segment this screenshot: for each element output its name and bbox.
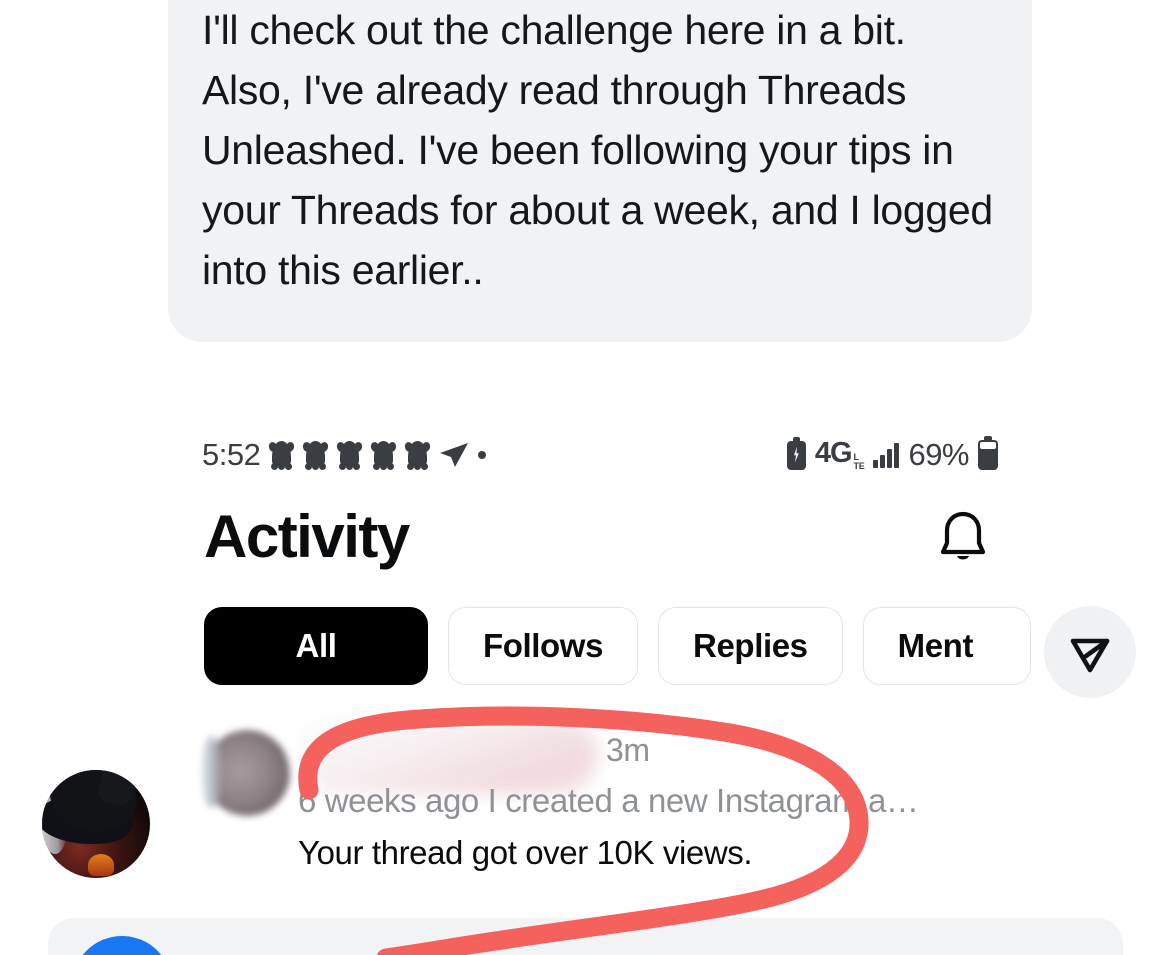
- background-avatar-thumbnail: [42, 770, 150, 878]
- activity-notification-text: Your thread got over 10K views.: [298, 834, 753, 871]
- network-type-indicator: 4G L TE: [815, 437, 865, 473]
- signal-bars-icon: [873, 442, 900, 468]
- battery-icon: [978, 436, 998, 470]
- share-floating-button[interactable]: [1044, 606, 1136, 698]
- activity-preview-text: 6 weeks ago I created a new Instagram a…: [298, 782, 919, 819]
- battery-saver-icon: [786, 436, 806, 470]
- activity-name-line: 3m: [298, 716, 858, 794]
- activity-list-item[interactable]: 3m 6 weeks ago I created a new Instagram…: [168, 710, 1032, 910]
- snapchat-ghost-icon: [301, 440, 330, 470]
- chat-message-bubble: I'll check out the challenge here in a b…: [168, 0, 1032, 342]
- network-sublabel: L TE: [853, 452, 865, 471]
- avatar-highlight: [88, 854, 114, 876]
- tab-mentions[interactable]: Ment: [862, 607, 1031, 685]
- network-label: 4G: [814, 437, 853, 469]
- avatar[interactable]: [201, 730, 290, 816]
- snapchat-ghost-icon: [335, 440, 364, 470]
- battery-percent: 69%: [908, 437, 969, 472]
- screenshot-canvas: I'll check out the challenge here in a b…: [0, 0, 1169, 955]
- status-bar: 5:52 4G L TE 69%: [168, 432, 1032, 478]
- activity-header: Activity: [168, 494, 1032, 580]
- paper-plane-share-icon: [1070, 638, 1110, 673]
- activity-filter-tabs[interactable]: All Follows Replies Ment: [168, 602, 1032, 690]
- notifications-bell-button[interactable]: [930, 504, 996, 570]
- tab-follows[interactable]: Follows: [448, 607, 639, 685]
- bell-icon: [940, 511, 986, 560]
- snapchat-ghost-icon: [403, 440, 432, 470]
- phone-screenshot-frame: I'll check out the challenge here in a b…: [168, 0, 1032, 955]
- status-time: 5:52: [202, 437, 261, 472]
- paper-plane-icon: [440, 443, 469, 467]
- messenger-avatar-icon[interactable]: [72, 936, 172, 955]
- status-bar-left: 5:52: [202, 437, 487, 473]
- status-bar-right: 4G L TE 69%: [786, 436, 998, 473]
- timestamp: 3m: [606, 732, 650, 768]
- chat-message-text: I'll check out the challenge here in a b…: [202, 7, 993, 293]
- page-title: Activity: [204, 503, 410, 570]
- snapchat-ghost-icon: [267, 440, 296, 470]
- snapchat-ghost-icon: [369, 440, 398, 470]
- bottom-bar: [48, 918, 1123, 955]
- tab-replies[interactable]: Replies: [658, 607, 843, 685]
- dot-indicator-icon: [478, 451, 487, 459]
- tab-all[interactable]: All: [204, 607, 428, 685]
